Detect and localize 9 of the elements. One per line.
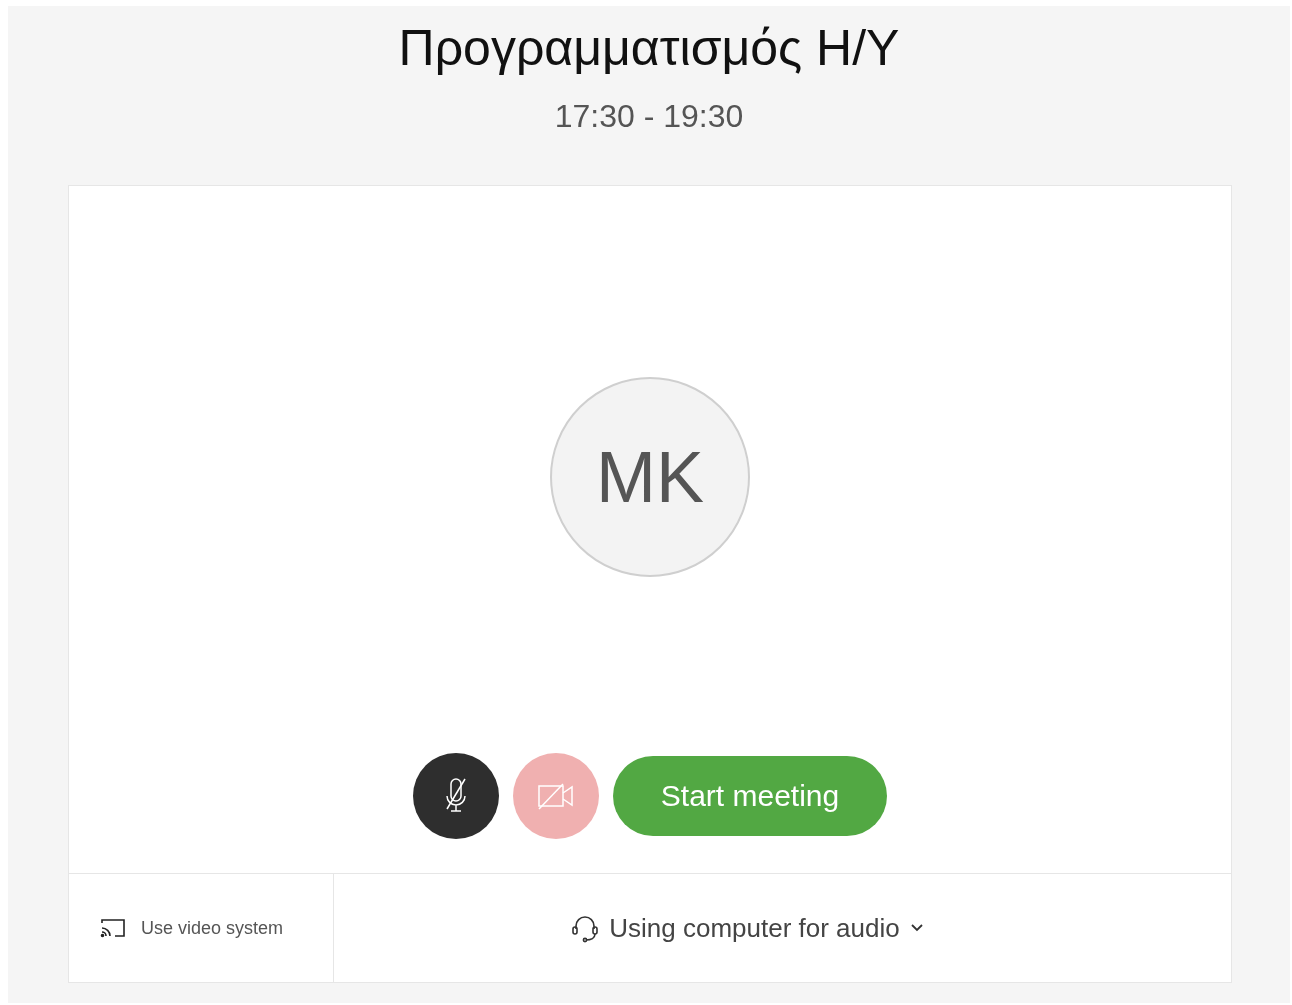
avatar: MK — [550, 377, 750, 577]
video-system-link[interactable]: Use video system — [141, 917, 284, 939]
meeting-title: Προγραμματισμός Η/Υ — [398, 20, 900, 76]
video-camera-icon — [537, 781, 575, 811]
headset-icon — [571, 913, 600, 943]
meeting-time: 17:30 - 19:30 — [554, 98, 744, 135]
chevron-down-icon — [909, 923, 924, 933]
cast-icon — [99, 917, 127, 939]
audio-dropdown[interactable]: Using computer for audio — [571, 912, 924, 944]
